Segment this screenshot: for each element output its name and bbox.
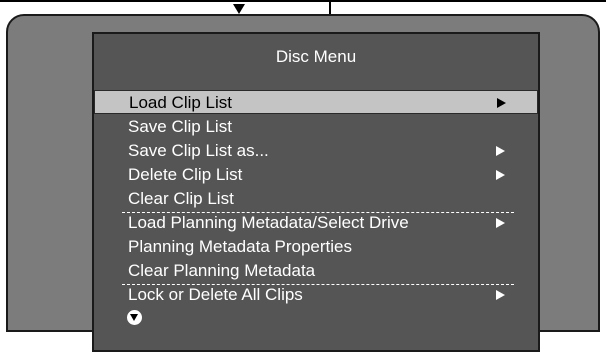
menu-item-label: Load Clip List <box>129 93 233 112</box>
top-rule <box>0 0 606 2</box>
menu-item-label: Save Clip List as... <box>128 141 269 160</box>
callout-tick <box>329 0 331 14</box>
menu-item-label: Load Planning Metadata/Select Drive <box>128 213 409 232</box>
submenu-arrow-icon <box>496 290 505 300</box>
pointer-arrow-icon <box>233 4 245 14</box>
menu-item-label: Clear Planning Metadata <box>128 261 316 280</box>
submenu-arrow-icon <box>497 98 506 108</box>
menu-item-label: Planning Metadata Properties <box>128 237 352 256</box>
menu-item-load-clip-list[interactable]: Load Clip List <box>94 90 538 114</box>
submenu-arrow-icon <box>496 146 505 156</box>
menu-title: Disc Menu <box>275 47 357 66</box>
menu-item-label: Delete Clip List <box>128 165 243 184</box>
disc-menu-panel: Disc Menu Load Clip List Save Clip List … <box>92 32 540 352</box>
menu-item-save-clip-list-as[interactable]: Save Clip List as... <box>94 139 538 163</box>
scroll-down-icon[interactable] <box>127 310 142 325</box>
menu-item-clear-planning-metadata[interactable]: Clear Planning Metadata <box>94 259 538 283</box>
submenu-arrow-icon <box>496 170 505 180</box>
monitor-screen: Disc Menu Load Clip List Save Clip List … <box>6 14 600 352</box>
menu-item-lock-or-delete-all-clips[interactable]: Lock or Delete All Clips <box>94 283 538 307</box>
menu-item-delete-clip-list[interactable]: Delete Clip List <box>94 163 538 187</box>
menu-item-planning-metadata-properties[interactable]: Planning Metadata Properties <box>94 235 538 259</box>
menu-item-label: Save Clip List <box>128 117 232 136</box>
menu-item-label: Lock or Delete All Clips <box>128 285 303 304</box>
menu-item-clear-clip-list[interactable]: Clear Clip List <box>94 187 538 211</box>
menu-item-load-planning-metadata[interactable]: Load Planning Metadata/Select Drive <box>94 211 538 235</box>
menu-item-label: Clear Clip List <box>128 189 234 208</box>
menu-item-save-clip-list[interactable]: Save Clip List <box>94 115 538 139</box>
submenu-arrow-icon <box>496 218 505 228</box>
